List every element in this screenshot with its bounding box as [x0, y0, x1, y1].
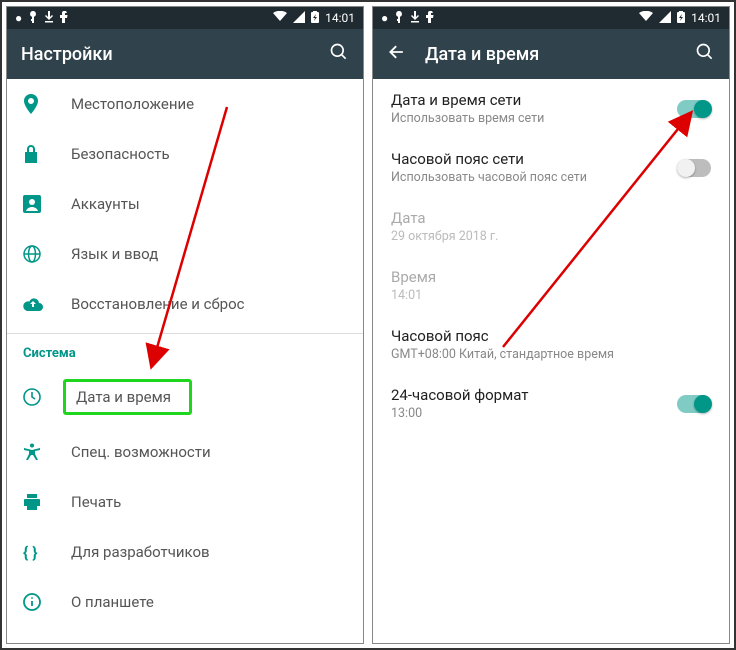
setting-subtitle: GMT+08:00 Китай, стандартное время — [391, 347, 711, 362]
fb-icon — [60, 11, 70, 26]
row-security[interactable]: Безопасность — [7, 129, 363, 179]
lock-icon — [23, 144, 49, 164]
row-label: Печать — [71, 493, 347, 511]
row-backup[interactable]: Восстановление и сброс — [7, 279, 363, 329]
wifi-icon — [273, 11, 287, 26]
signal-icon — [293, 11, 305, 26]
print-icon — [23, 492, 49, 512]
wifi-icon — [639, 11, 653, 26]
setting-timezone[interactable]: Часовой пояс GMT+08:00 Китай, стандартно… — [373, 315, 729, 374]
settings-list: Местоположение Безопасность Аккаунты Язы… — [7, 79, 363, 643]
setting-title: Дата и время сети — [391, 91, 677, 109]
row-location[interactable]: Местоположение — [7, 79, 363, 129]
toggle-auto-datetime[interactable] — [677, 100, 711, 118]
row-accessibility[interactable]: Спец. возможности — [7, 427, 363, 477]
location-icon — [23, 94, 49, 114]
search-icon[interactable] — [695, 42, 715, 66]
app-bar: Дата и время — [373, 29, 729, 79]
key-icon — [394, 11, 404, 26]
row-label: Для разработчиков — [71, 543, 347, 561]
setting-subtitle: 14:01 — [391, 288, 711, 303]
row-print[interactable]: Печать — [7, 477, 363, 527]
info-icon — [23, 592, 49, 612]
status-time: 14:01 — [325, 11, 355, 25]
account-icon — [23, 194, 49, 214]
globe-icon — [23, 244, 49, 264]
cloud-icon — [23, 294, 49, 314]
setting-subtitle: 29 октября 2018 г. — [391, 229, 711, 244]
battery-icon — [677, 11, 685, 26]
setting-title: Часовой пояс сети — [391, 150, 677, 168]
row-label: Дата и время — [76, 388, 171, 406]
settings-screen: ● 14:01 Настройки Местоположение — [6, 6, 364, 644]
search-icon[interactable] — [329, 42, 349, 66]
page-title: Настройки — [21, 44, 311, 65]
status-bar: ● 14:01 — [373, 7, 729, 29]
datetime-list: Дата и время сети Использовать время сет… — [373, 79, 729, 643]
setting-subtitle: 13:00 — [391, 406, 677, 421]
toggle-auto-timezone[interactable] — [677, 159, 711, 177]
setting-date: Дата 29 октября 2018 г. — [373, 197, 729, 256]
back-icon[interactable] — [387, 42, 407, 66]
row-developer[interactable]: { } Для разработчиков — [7, 527, 363, 577]
key-icon — [28, 11, 38, 26]
row-label: Спец. возможности — [71, 443, 347, 461]
clock-icon — [23, 387, 49, 407]
signal-icon — [659, 11, 671, 26]
battery-icon — [311, 11, 319, 26]
setting-title: 24-часовой формат — [391, 386, 677, 404]
setting-title: Время — [391, 268, 711, 286]
row-label: Безопасность — [71, 145, 347, 163]
wifi-dot-icon: ● — [381, 11, 388, 25]
wifi-dot-icon: ● — [15, 11, 22, 25]
setting-subtitle: Использовать часовой пояс сети — [391, 170, 677, 185]
status-time: 14:01 — [691, 11, 721, 25]
toggle-24h[interactable] — [677, 395, 711, 413]
braces-icon: { } — [23, 542, 49, 562]
row-about[interactable]: О планшете — [7, 577, 363, 627]
setting-auto-datetime[interactable]: Дата и время сети Использовать время сет… — [373, 79, 729, 138]
accessibility-icon — [23, 442, 49, 462]
setting-title: Часовой пояс — [391, 327, 711, 345]
setting-title: Дата — [391, 209, 711, 227]
row-datetime[interactable]: Дата и время — [7, 367, 363, 427]
section-system: Система — [7, 333, 363, 367]
row-accounts[interactable]: Аккаунты — [7, 179, 363, 229]
setting-24h[interactable]: 24-часовой формат 13:00 — [373, 374, 729, 433]
datetime-screen: ● 14:01 Дата и время Дата и время сети И — [372, 6, 730, 644]
status-bar: ● 14:01 — [7, 7, 363, 29]
download-icon — [44, 11, 54, 26]
download-icon — [410, 11, 420, 26]
row-label: Восстановление и сброс — [71, 295, 347, 313]
app-bar: Настройки — [7, 29, 363, 79]
row-label: О планшете — [71, 593, 347, 611]
row-label: Язык и ввод — [71, 245, 347, 263]
fb-icon — [426, 11, 436, 26]
setting-subtitle: Использовать время сети — [391, 111, 677, 126]
row-label: Местоположение — [71, 95, 347, 113]
row-label: Аккаунты — [71, 195, 347, 213]
page-title: Дата и время — [425, 44, 677, 65]
setting-auto-timezone[interactable]: Часовой пояс сети Использовать часовой п… — [373, 138, 729, 197]
setting-time: Время 14:01 — [373, 256, 729, 315]
row-language[interactable]: Язык и ввод — [7, 229, 363, 279]
